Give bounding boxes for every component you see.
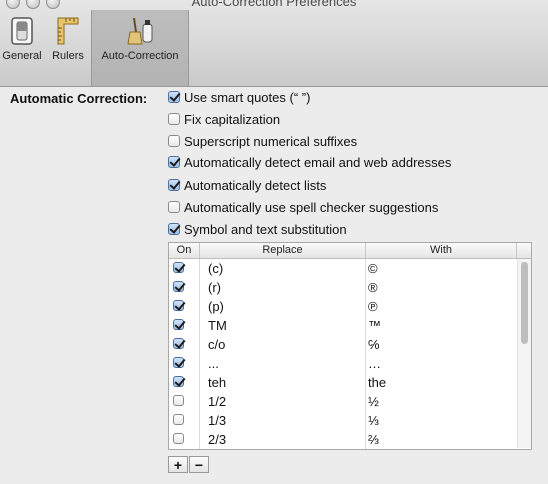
detect-email-web-option[interactable]: Automatically detect email and web addre… [168,153,451,171]
symbol-substitution-option[interactable]: Symbol and text substitution [168,220,347,238]
row-with: ½ [368,394,379,409]
row-replace: (r) [208,280,221,295]
row-with: ™ [368,318,381,333]
table-header: On Replace With [169,243,531,259]
detect-lists-label: Automatically detect lists [184,177,327,193]
column-header-replace[interactable]: Replace [200,244,365,256]
toolbar-rulers-label: Rulers [52,50,84,62]
fix-capitalization-label: Fix capitalization [184,111,281,127]
row-replace: 1/3 [208,413,227,428]
row-replace: teh [208,375,227,390]
toolbar-auto-correction-label: Auto-Correction [101,50,179,62]
row-replace: 2/3 [208,432,227,447]
table-row[interactable]: 1/2 ½ [169,392,517,411]
toolbar-general[interactable]: General [0,10,44,70]
smart-quotes-label: Use smart quotes (“ ”) [184,89,311,105]
row-with: … [368,356,381,371]
smart-quotes-option[interactable]: Use smart quotes (“ ”) [168,88,310,106]
fix-capitalization-option[interactable]: Fix capitalization [168,110,280,128]
detect-email-web-label: Automatically detect email and web addre… [184,154,452,170]
row-on-checkbox[interactable] [173,414,184,425]
row-on-checkbox[interactable] [173,262,184,273]
detect-email-web-checkbox[interactable] [168,156,180,168]
row-with: ℗ [368,299,378,314]
table-scrollbar[interactable] [517,259,531,448]
table-row[interactable]: teh the [169,373,517,392]
superscript-suffixes-label: Superscript numerical suffixes [184,133,358,149]
row-with: ⅔ [368,432,379,447]
row-replace: (p) [208,299,224,314]
row-on-checkbox[interactable] [173,395,184,406]
column-header-with[interactable]: With [366,244,516,256]
table-row[interactable]: (r) ® [169,278,517,297]
switch-icon [8,16,36,46]
detect-lists-checkbox[interactable] [168,179,180,191]
symbol-substitution-checkbox[interactable] [168,223,180,235]
row-on-checkbox[interactable] [173,300,184,311]
symbol-substitution-label: Symbol and text substitution [184,221,347,237]
row-replace: TM [208,318,227,333]
row-replace: 1/2 [208,394,227,409]
superscript-suffixes-option[interactable]: Superscript numerical suffixes [168,132,357,150]
row-on-checkbox[interactable] [173,338,184,349]
row-on-checkbox[interactable] [173,376,184,387]
table-row[interactable]: 2/3 ⅔ [169,430,517,449]
table-scrollbar-thumb[interactable] [521,262,528,344]
substitution-table: On Replace With (c) © (r) ® (p) ℗ TM ™ c… [168,242,532,450]
detect-lists-option[interactable]: Automatically detect lists [168,176,326,194]
superscript-suffixes-checkbox[interactable] [168,135,180,147]
toolbar-auto-correction[interactable]: Auto-Correction [91,10,189,86]
row-with: ℅ [368,337,380,352]
ruler-icon [54,16,82,46]
row-with: ® [368,280,378,295]
row-replace: (c) [208,261,224,276]
window-toolbar: Auto-Correction Preferences General Rule… [0,0,548,87]
spell-checker-suggestions-checkbox[interactable] [168,201,180,213]
row-on-checkbox[interactable] [173,433,184,444]
row-on-checkbox[interactable] [173,281,184,292]
row-replace: ... [208,356,219,371]
table-row[interactable]: ... … [169,354,517,373]
spell-checker-suggestions-option[interactable]: Automatically use spell checker suggesti… [168,198,438,216]
column-header-on[interactable]: On [169,244,199,256]
toolbar-general-label: General [2,50,42,62]
table-row[interactable]: 1/3 ⅓ [169,411,517,430]
row-on-checkbox[interactable] [173,319,184,330]
table-row[interactable]: (p) ℗ [169,297,517,316]
table-row[interactable]: (c) © [169,259,517,278]
table-row[interactable]: TM ™ [169,316,517,335]
table-row[interactable]: c/o ℅ [169,335,517,354]
spell-checker-suggestions-label: Automatically use spell checker suggesti… [184,199,439,215]
window-title: Auto-Correction Preferences [191,0,357,9]
row-with: © [368,261,378,276]
add-substitution-button[interactable]: + [168,456,188,473]
broom-icon [126,16,154,46]
fix-capitalization-checkbox[interactable] [168,113,180,125]
row-with: ⅓ [368,413,379,428]
row-with: the [368,375,387,390]
toolbar-rulers[interactable]: Rulers [46,10,90,70]
smart-quotes-checkbox[interactable] [168,91,180,103]
automatic-correction-label: Automatic Correction: [10,91,148,106]
row-replace: c/o [208,337,226,352]
row-on-checkbox[interactable] [173,357,184,368]
remove-substitution-button[interactable]: − [189,456,209,473]
